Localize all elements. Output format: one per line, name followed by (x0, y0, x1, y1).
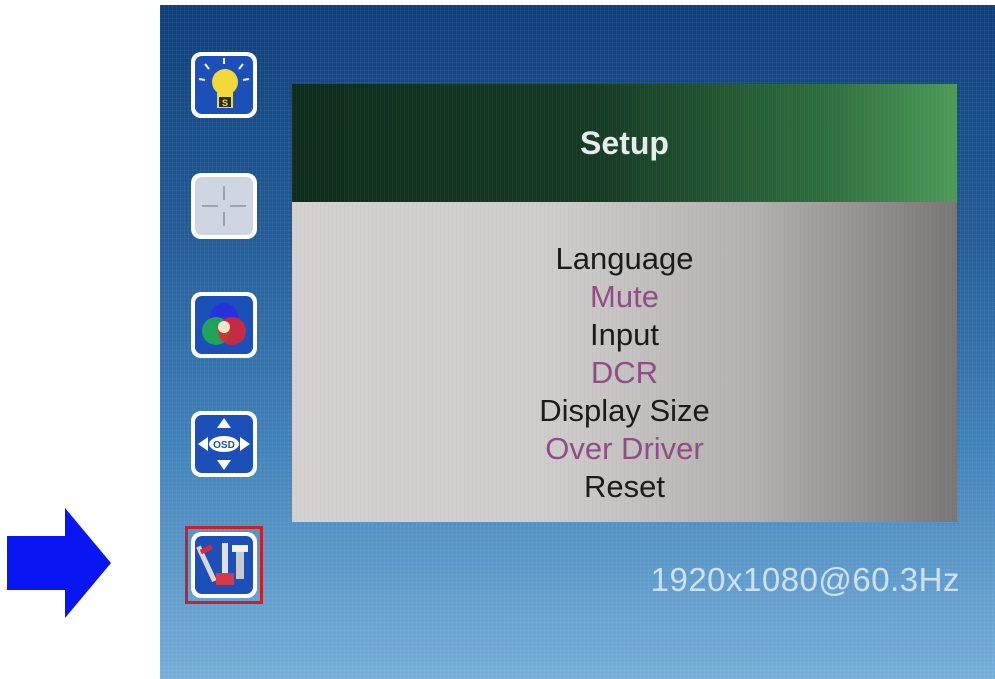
panel-title: Setup (580, 124, 669, 161)
sidebar-item-brightness[interactable]: S (188, 49, 260, 121)
menu-item-mute[interactable]: Mute (292, 278, 957, 316)
arrow-right-icon (7, 508, 111, 618)
color-circles-icon (191, 292, 257, 358)
svg-text:OSD: OSD (213, 440, 235, 451)
menu-item-display-size[interactable]: Display Size (292, 392, 957, 430)
osd-window: S OSD Setup Language Mute Input DCR Disp… (160, 5, 995, 679)
panel-header: Setup (292, 84, 957, 202)
sidebar-item-osd-position[interactable]: OSD (188, 408, 260, 480)
image-position-icon (191, 173, 257, 239)
osd-move-icon: OSD (191, 411, 257, 477)
menu-item-input[interactable]: Input (292, 316, 957, 354)
resolution-readout: 1920x1080@60.3Hz (650, 561, 960, 598)
tools-icon (191, 532, 257, 598)
sidebar-item-position[interactable] (188, 170, 260, 242)
sidebar-item-setup[interactable] (185, 526, 263, 604)
menu-item-reset[interactable]: Reset (292, 468, 957, 506)
menu-item-dcr[interactable]: DCR (292, 354, 957, 392)
menu-item-language[interactable]: Language (292, 240, 957, 278)
sidebar-item-color[interactable] (188, 289, 260, 361)
panel-body: Language Mute Input DCR Display Size Ove… (292, 202, 957, 522)
svg-text:S: S (222, 98, 228, 108)
setup-panel: Setup Language Mute Input DCR Display Si… (292, 84, 957, 522)
menu-item-over-driver[interactable]: Over Driver (292, 430, 957, 468)
light-bulb-icon: S (191, 52, 257, 118)
setup-menu: Language Mute Input DCR Display Size Ove… (292, 240, 957, 506)
